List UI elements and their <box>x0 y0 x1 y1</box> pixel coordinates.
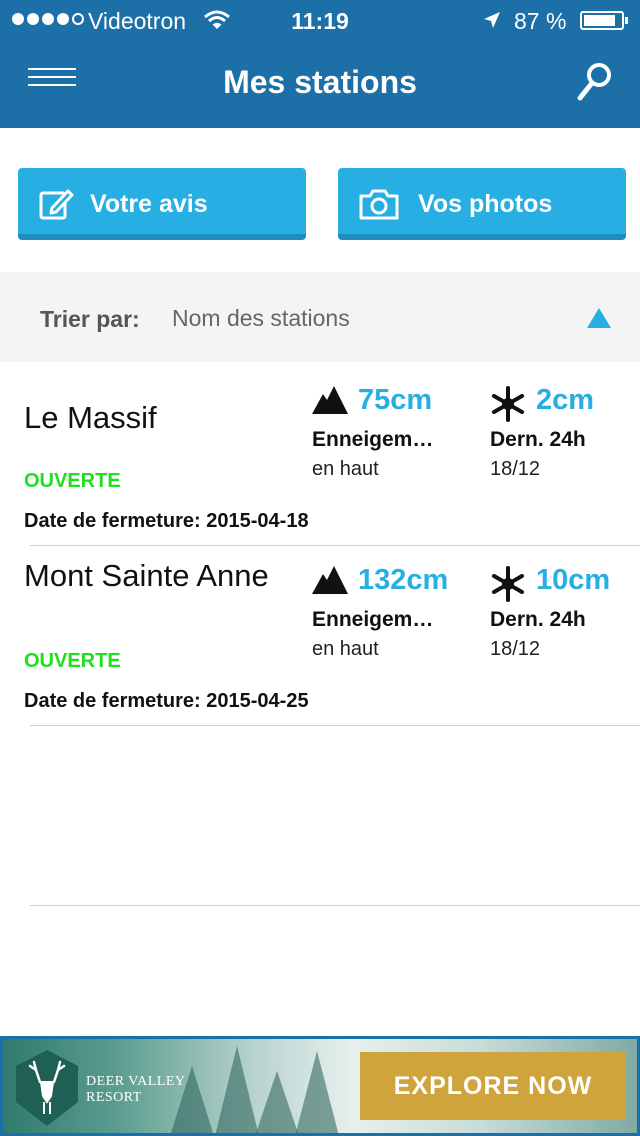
station-row-le-massif[interactable]: Le Massif OUVERTE Date de fermeture: 201… <box>0 364 640 544</box>
status-bar: Videotron 11:19 87 % <box>0 0 640 40</box>
search-icon[interactable] <box>574 60 614 104</box>
location-arrow-icon <box>484 12 500 28</box>
snowflake-icon <box>492 566 524 602</box>
station-name: Mont Sainte Anne <box>24 558 269 593</box>
station-name: Le Massif <box>24 400 157 435</box>
review-button[interactable]: Votre avis <box>18 168 306 240</box>
photos-button-label: Vos photos <box>418 190 553 218</box>
station-row-mont-sainte-anne[interactable]: Mont Sainte Anne OUVERTE Date de fermetu… <box>0 544 640 724</box>
new-snow-value: 10cm <box>536 564 611 596</box>
base-depth-value: 132cm <box>358 564 449 596</box>
review-button-label: Votre avis <box>90 190 208 218</box>
triangle-up-icon[interactable] <box>587 308 611 328</box>
closing-date: Date de fermeture: 2015-04-25 <box>24 690 309 712</box>
photos-button[interactable]: Vos photos <box>338 168 626 240</box>
battery-percent: 87 % <box>514 8 567 34</box>
row-divider <box>30 725 640 726</box>
new-snow-value: 2cm <box>536 384 595 416</box>
new-snow-date: 18/12 <box>490 638 541 660</box>
app-header: Videotron 11:19 87 % Mes stations <box>0 0 640 128</box>
edit-icon <box>39 189 74 220</box>
base-depth-sub: en haut <box>312 638 379 660</box>
base-depth-sub: en haut <box>312 458 379 480</box>
mountain-icon <box>312 566 348 594</box>
sort-selector[interactable]: Trier par: Nom des stations <box>0 272 640 362</box>
row-divider <box>30 905 640 906</box>
sort-label: Trier par: <box>40 306 140 332</box>
ad-banner[interactable]: DEER VALLEY RESORT EXPLORE NOW <box>0 1036 640 1136</box>
sort-value: Nom des stations <box>172 305 350 331</box>
base-depth-value: 75cm <box>358 384 433 416</box>
new-snow-label: Dern. 24h <box>490 428 586 451</box>
mountain-icon <box>312 386 348 414</box>
closing-date: Date de fermeture: 2015-04-18 <box>24 510 309 532</box>
station-status: OUVERTE <box>24 470 121 492</box>
page-title: Mes stations <box>223 64 417 100</box>
battery-icon <box>580 11 628 30</box>
base-depth-label: Enneigem… <box>312 428 434 451</box>
new-snow-label: Dern. 24h <box>490 608 586 631</box>
camera-icon <box>359 189 399 220</box>
snowflake-icon <box>492 386 524 422</box>
new-snow-date: 18/12 <box>490 458 541 480</box>
base-depth-label: Enneigem… <box>312 608 434 631</box>
station-status: OUVERTE <box>24 650 121 672</box>
